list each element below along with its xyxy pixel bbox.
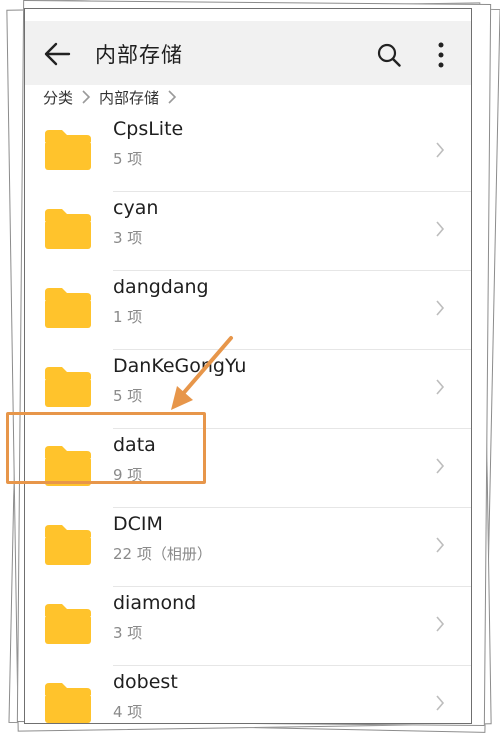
page-title: 内部存储 [95,43,183,67]
folder-item-count: 3 项 [113,229,143,247]
folder-name: dangdang [113,276,209,298]
folder-icon [45,604,91,644]
breadcrumb: 分类 内部存储 [43,83,185,111]
folder-name: CpsLite [113,118,184,140]
folder-item-count: 5 项 [113,150,143,168]
folder-item-count: 5 项 [113,387,143,405]
folder-item-count: 3 项 [113,624,143,642]
chevron-right-icon [436,458,445,474]
folder-icon [45,525,91,565]
folder-item-count: 1 项 [113,308,143,326]
chevron-right-icon [436,142,445,158]
folder-row[interactable]: diamond 3 项 [25,587,471,666]
folder-name: DCIM [113,513,163,535]
folder-icon [45,288,91,328]
folder-icon [45,367,91,407]
folder-row[interactable]: cyan 3 项 [25,192,471,271]
more-vertical-icon[interactable] [433,41,449,69]
folder-icon [45,683,91,723]
chevron-right-icon [436,300,445,316]
folder-item-count: 22 项（相册） [113,545,212,563]
folder-icon [45,209,91,249]
folder-name: dobest [113,671,178,693]
folder-row[interactable]: DCIM 22 项（相册） [25,508,471,587]
chevron-right-icon [82,90,91,104]
folder-name: cyan [113,197,159,219]
folder-row[interactable]: CpsLite 5 项 [25,113,471,192]
chevron-right-icon [436,616,445,632]
chevron-right-icon [168,90,177,104]
folder-icon [45,130,91,170]
folder-row[interactable]: dangdang 1 项 [25,271,471,350]
chevron-right-icon [436,695,445,711]
breadcrumb-root[interactable]: 分类 [43,87,73,108]
pointer-arrow-icon [171,336,233,410]
phone-screen: 内部存储 分类 内部存储 CpsLite 5 项 cyan 3 项 dangdang 1 … [24,8,472,724]
folder-row[interactable]: dobest 4 项 [25,666,471,723]
search-icon[interactable] [377,43,401,67]
arrow-left-icon[interactable] [43,41,71,67]
folder-item-count: 4 项 [113,703,143,721]
chevron-right-icon [436,379,445,395]
breadcrumb-current[interactable]: 内部存储 [99,87,159,108]
app-bar: 内部存储 [25,21,471,85]
chevron-right-icon [436,537,445,553]
folder-name: diamond [113,592,197,614]
highlight-box [6,412,206,484]
chevron-right-icon [436,221,445,237]
